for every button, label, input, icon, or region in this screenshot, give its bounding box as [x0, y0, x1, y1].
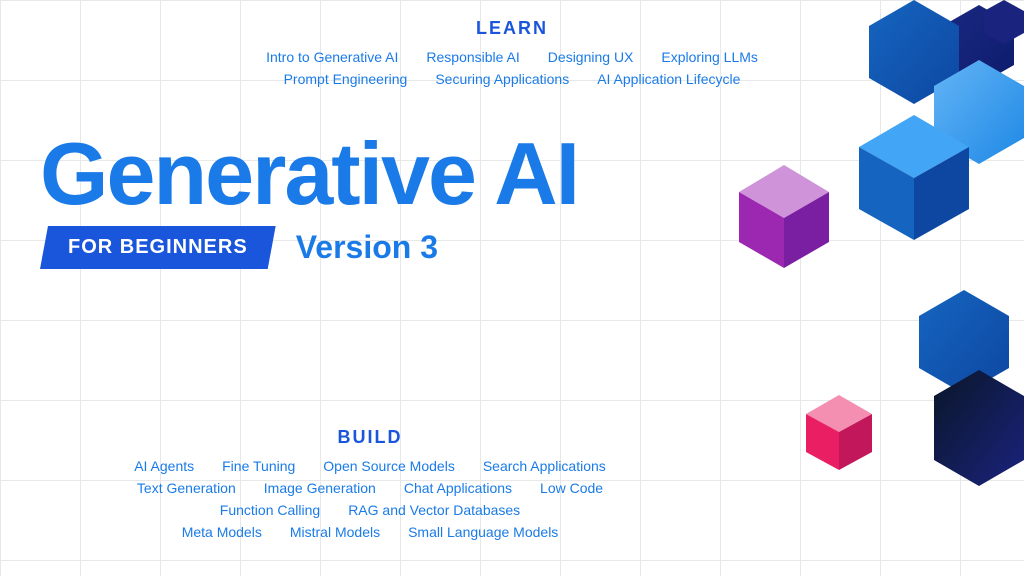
- link-meta[interactable]: Meta Models: [182, 524, 262, 540]
- link-agents[interactable]: AI Agents: [134, 458, 194, 474]
- version-text: Version 3: [296, 229, 438, 266]
- hex-dark-bottom: [934, 370, 1024, 486]
- link-fine-tuning[interactable]: Fine Tuning: [222, 458, 295, 474]
- build-section: BUILD AI Agents Fine Tuning Open Source …: [0, 427, 740, 546]
- link-responsible[interactable]: Responsible AI: [426, 49, 519, 65]
- link-function-calling[interactable]: Function Calling: [220, 502, 320, 518]
- build-title: BUILD: [0, 427, 740, 448]
- build-row-4: Meta Models Mistral Models Small Languag…: [0, 524, 740, 540]
- main-title-area: Generative AI FOR BEGINNERS Version 3: [40, 130, 700, 269]
- build-row-2: Text Generation Image Generation Chat Ap…: [0, 480, 740, 496]
- build-row-3: Function Calling RAG and Vector Database…: [0, 502, 740, 518]
- link-intro[interactable]: Intro to Generative AI: [266, 49, 398, 65]
- link-rag[interactable]: RAG and Vector Databases: [348, 502, 520, 518]
- hex-blue-bottom: [919, 290, 1009, 394]
- link-low-code[interactable]: Low Code: [540, 480, 603, 496]
- badge-version-row: FOR BEGINNERS Version 3: [40, 226, 700, 269]
- link-search[interactable]: Search Applications: [483, 458, 606, 474]
- link-securing[interactable]: Securing Applications: [435, 71, 569, 87]
- main-title: Generative AI: [40, 130, 700, 218]
- link-ux[interactable]: Designing UX: [548, 49, 634, 65]
- build-row-1: AI Agents Fine Tuning Open Source Models…: [0, 458, 740, 474]
- hex-decoration: [684, 0, 1024, 576]
- link-image-gen[interactable]: Image Generation: [264, 480, 376, 496]
- link-open-source[interactable]: Open Source Models: [323, 458, 455, 474]
- beginners-badge: FOR BEGINNERS: [40, 226, 276, 269]
- link-prompt[interactable]: Prompt Engineering: [284, 71, 408, 87]
- link-text-gen[interactable]: Text Generation: [137, 480, 236, 496]
- link-small-lm[interactable]: Small Language Models: [408, 524, 558, 540]
- link-chat[interactable]: Chat Applications: [404, 480, 512, 496]
- link-mistral[interactable]: Mistral Models: [290, 524, 380, 540]
- hex-svg: [684, 0, 1024, 576]
